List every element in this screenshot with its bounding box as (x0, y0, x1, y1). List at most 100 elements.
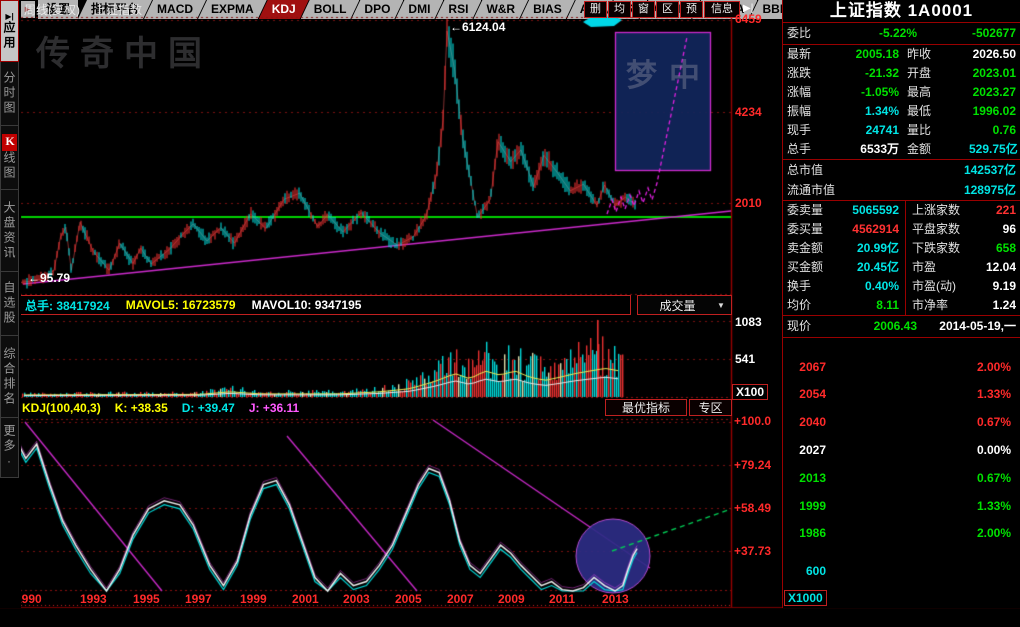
quote-panel: 上证指数 1A0001 委比-5.22%-502677 最新2005.18昨收2… (782, 0, 1020, 608)
kdj-formula-label: KDJ(100,40,3) (22, 401, 101, 415)
sidebar-item-label: 应用 (1, 21, 18, 51)
kdj-y-label-0: +100.0 (734, 414, 771, 428)
main-y-label-2010: 2010 (735, 196, 762, 210)
year-label-1999: 1999 (240, 592, 267, 606)
quote-value: -502677 (917, 23, 1016, 44)
quote-value: -21.32 (837, 64, 899, 83)
order-detail-group: 委卖量5065592上涨家数221委买量4562914平盘家数96卖金额20.9… (783, 200, 1020, 315)
vol-axis-1: 1083 (735, 315, 762, 329)
quote-value: 20.45亿 (837, 258, 899, 277)
mini-left-label-2054: 2054 (786, 387, 826, 401)
quote-label: 委比 (787, 23, 837, 44)
quote-value: 529.75亿 (969, 140, 1018, 159)
period-label: 周线(复权) (24, 1, 80, 17)
peak-price-label: ←6124.04 (450, 20, 505, 34)
quote-row: 最新2005.18昨收2026.50 (783, 45, 1020, 64)
quote-value: 221 (974, 201, 1016, 220)
kdj-chart-area[interactable] (21, 421, 731, 591)
indicator-dropdown[interactable]: 成交量 ▼ (637, 295, 732, 315)
main-chart-area[interactable] (21, 18, 731, 294)
mini-right-label-0: 2.00% (977, 360, 1011, 374)
kdj-j-value: J: +36.11 (249, 401, 299, 415)
mini-right-label-2: 0.67% (977, 415, 1011, 429)
mini-right-label-3: 0.00% (977, 443, 1011, 457)
year-label-1993: 1993 (80, 592, 107, 606)
mini-right-label-6: 2.00% (977, 526, 1011, 540)
quote-label: 量比 (907, 121, 969, 140)
quote-label: 市盈 (905, 258, 974, 277)
toolbar-button-窗[interactable]: 窗 (632, 1, 655, 18)
current-price-group: 现价2006.432014-05-19,一 (783, 315, 1020, 338)
mini-right-label-5: 1.33% (977, 499, 1011, 513)
year-label-1995: 1995 (133, 592, 160, 606)
year-label-2009: 2009 (498, 592, 525, 606)
sidebar-item-6[interactable]: 综合排名 (0, 336, 19, 418)
quote-value: 0.40% (837, 277, 899, 296)
symbol-label: 上证指数 (94, 1, 142, 17)
quote-value: 1996.02 (969, 102, 1016, 121)
mini-vol-axis: 600 (795, 564, 826, 578)
sidebar-item-2[interactable]: 分时图 (0, 62, 19, 126)
zone-button[interactable]: 专区 (689, 399, 732, 416)
quote-value: 96 (974, 220, 1016, 239)
kdj-y-label-3: +37.73 (734, 544, 771, 558)
quote-row: 卖金额20.99亿下跌家数658 (783, 239, 1020, 258)
quote-label: 最低 (907, 102, 969, 121)
quote-value: 1.34% (837, 102, 899, 121)
quote-label: 委卖量 (787, 201, 837, 220)
sidebar-item-7[interactable]: 更多· (0, 418, 19, 478)
kdj-k-value: K: +38.35 (115, 401, 168, 415)
year-label-2005: 2005 (395, 592, 422, 606)
mini-right-label-4: 0.67% (977, 471, 1011, 485)
toolbar-button-均[interactable]: 均 (608, 1, 631, 18)
quote-row: 委买量4562914平盘家数96 (783, 220, 1020, 239)
year-label-1997: 1997 (185, 592, 212, 606)
quote-label: 平盘家数 (905, 220, 974, 239)
sidebar-item-5[interactable]: 自选股 (0, 272, 19, 336)
year-label-2003: 2003 (343, 592, 370, 606)
weibi-group: 委比-5.22%-502677 (783, 22, 1020, 44)
volume-chart-area[interactable] (21, 318, 731, 398)
toolbar-button-删[interactable]: 删 (584, 1, 607, 18)
quote-row: 振幅1.34%最低1996.02 (783, 102, 1020, 121)
mavol5-value: MAVOL5: 16723579 (126, 298, 236, 312)
kdj-d-value: D: +39.47 (182, 401, 235, 415)
quote-label: 总手 (787, 140, 837, 159)
quote-value: 20.99亿 (837, 239, 899, 258)
sidebar-item-3[interactable]: K线图 (0, 126, 19, 190)
quote-value: 4562914 (837, 220, 899, 239)
main-y-label-4234: 4234 (735, 105, 762, 119)
quote-row: 现价2006.432014-05-19,一 (783, 316, 1020, 337)
quote-label: 下跌家数 (905, 239, 974, 258)
mini-left-label-1986: 1986 (786, 526, 826, 540)
market-cap-group: 总市值142537亿流通市值128975亿 (783, 159, 1020, 200)
quote-label: 买金额 (787, 258, 837, 277)
quote-label: 金额 (907, 140, 969, 159)
quote-label: 市净率 (905, 296, 974, 315)
quote-label: 现手 (787, 121, 837, 140)
quote-row: 总手6533万金额529.75亿 (783, 140, 1020, 159)
quote-label: 流通市值 (787, 180, 877, 200)
main-y-label-6459: 6459 (735, 12, 762, 26)
year-label-2007: 2007 (447, 592, 474, 606)
sidebar-item-label: 线图 (1, 151, 18, 181)
quote-value: 2005.18 (837, 45, 899, 64)
quote-row: 委卖量5065592上涨家数221 (783, 201, 1020, 220)
quote-row: 流通市值128975亿 (783, 180, 1020, 200)
mavol10-value: MAVOL10: 9347195 (252, 298, 362, 312)
toolbar-button-区[interactable]: 区 (656, 1, 679, 18)
quote-value: 9.19 (974, 277, 1016, 296)
toolbar-button-预[interactable]: 预 (680, 1, 703, 18)
quote-value: -5.22% (837, 23, 917, 44)
mini-unit-label: X1000 (784, 590, 827, 606)
quote-label: 卖金额 (787, 239, 837, 258)
sidebar-item-4[interactable]: 大盘资讯 (0, 190, 19, 272)
vol-unit-label: X100 (732, 384, 768, 400)
chart-header: 周线(复权) 上证指数 (24, 1, 142, 17)
best-indicator-button[interactable]: 最优指标 (605, 399, 687, 416)
quote-label: 市盈(动) (905, 277, 974, 296)
kdj-y-label-2: +58.49 (734, 501, 771, 515)
quote-label: 上涨家数 (905, 201, 974, 220)
quote-title: 上证指数 1A0001 (783, 0, 1020, 22)
sidebar-item-1[interactable]: ▶|应用 (0, 0, 19, 62)
